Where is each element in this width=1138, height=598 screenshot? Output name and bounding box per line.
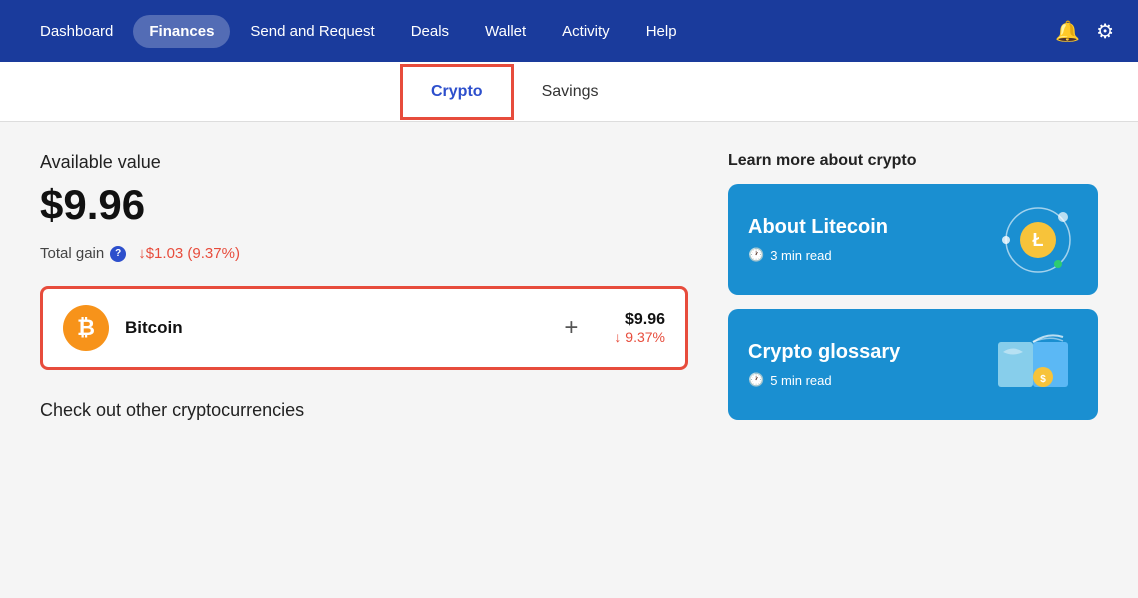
nav-item-activity[interactable]: Activity xyxy=(546,15,626,48)
right-panel: Learn more about crypto About Litecoin 🕐… xyxy=(728,152,1098,568)
navbar: Dashboard Finances Send and Request Deal… xyxy=(0,0,1138,62)
nav-item-dashboard[interactable]: Dashboard xyxy=(24,15,129,48)
clock-icon-2: 🕐 xyxy=(748,372,764,388)
nav-item-send-request[interactable]: Send and Request xyxy=(234,15,390,48)
total-gain-value: ↓$1.03 (9.37%) xyxy=(138,245,240,262)
main-content: Available value $9.96 Total gain ? ↓$1.0… xyxy=(0,122,1138,598)
glossary-card-time: 🕐 5 min read xyxy=(748,372,900,388)
add-button[interactable]: + xyxy=(564,314,578,342)
bitcoin-icon: ₿ xyxy=(63,305,109,351)
bell-icon[interactable]: 🔔 xyxy=(1055,19,1080,44)
glossary-illustration: $ xyxy=(988,327,1078,402)
left-panel: Available value $9.96 Total gain ? ↓$1.0… xyxy=(40,152,688,568)
check-other-label: Check out other cryptocurrencies xyxy=(40,400,688,421)
litecoin-card-text: About Litecoin 🕐 3 min read xyxy=(748,216,888,263)
svg-text:$: $ xyxy=(1040,374,1046,385)
bitcoin-usd: $9.96 xyxy=(614,311,665,329)
nav-items: Dashboard Finances Send and Request Deal… xyxy=(24,15,1055,48)
glossary-card[interactable]: Crypto glossary 🕐 5 min read $ xyxy=(728,309,1098,420)
glossary-card-title: Crypto glossary xyxy=(748,341,900,364)
total-gain-label: Total gain ? xyxy=(40,245,126,262)
subtab-savings[interactable]: Savings xyxy=(514,67,627,117)
litecoin-card[interactable]: About Litecoin 🕐 3 min read Ł xyxy=(728,184,1098,295)
bitcoin-name: Bitcoin xyxy=(125,318,528,338)
subtabs-bar: Crypto Savings xyxy=(0,62,1138,122)
nav-icons: 🔔 ⚙ xyxy=(1055,19,1114,44)
gear-icon[interactable]: ⚙ xyxy=(1096,19,1114,44)
nav-item-help[interactable]: Help xyxy=(630,15,693,48)
available-value: $9.96 xyxy=(40,181,688,229)
bitcoin-row[interactable]: ₿ Bitcoin + $9.96 ↓ 9.37% xyxy=(40,286,688,370)
glossary-card-text: Crypto glossary 🕐 5 min read xyxy=(748,341,900,388)
total-gain-row: Total gain ? ↓$1.03 (9.37%) xyxy=(40,245,688,262)
subtab-crypto[interactable]: Crypto xyxy=(400,64,514,120)
bitcoin-pct: ↓ 9.37% xyxy=(614,329,665,345)
litecoin-illustration: Ł xyxy=(988,202,1078,277)
nav-item-deals[interactable]: Deals xyxy=(395,15,465,48)
info-icon[interactable]: ? xyxy=(110,246,126,262)
available-label: Available value xyxy=(40,152,688,173)
bitcoin-values: $9.96 ↓ 9.37% xyxy=(614,311,665,345)
nav-item-wallet[interactable]: Wallet xyxy=(469,15,542,48)
nav-item-finances[interactable]: Finances xyxy=(133,15,230,48)
learn-label: Learn more about crypto xyxy=(728,152,1098,170)
svg-text:Ł: Ł xyxy=(1033,230,1044,250)
clock-icon-1: 🕐 xyxy=(748,247,764,263)
litecoin-card-title: About Litecoin xyxy=(748,216,888,239)
litecoin-card-time: 🕐 3 min read xyxy=(748,247,888,263)
